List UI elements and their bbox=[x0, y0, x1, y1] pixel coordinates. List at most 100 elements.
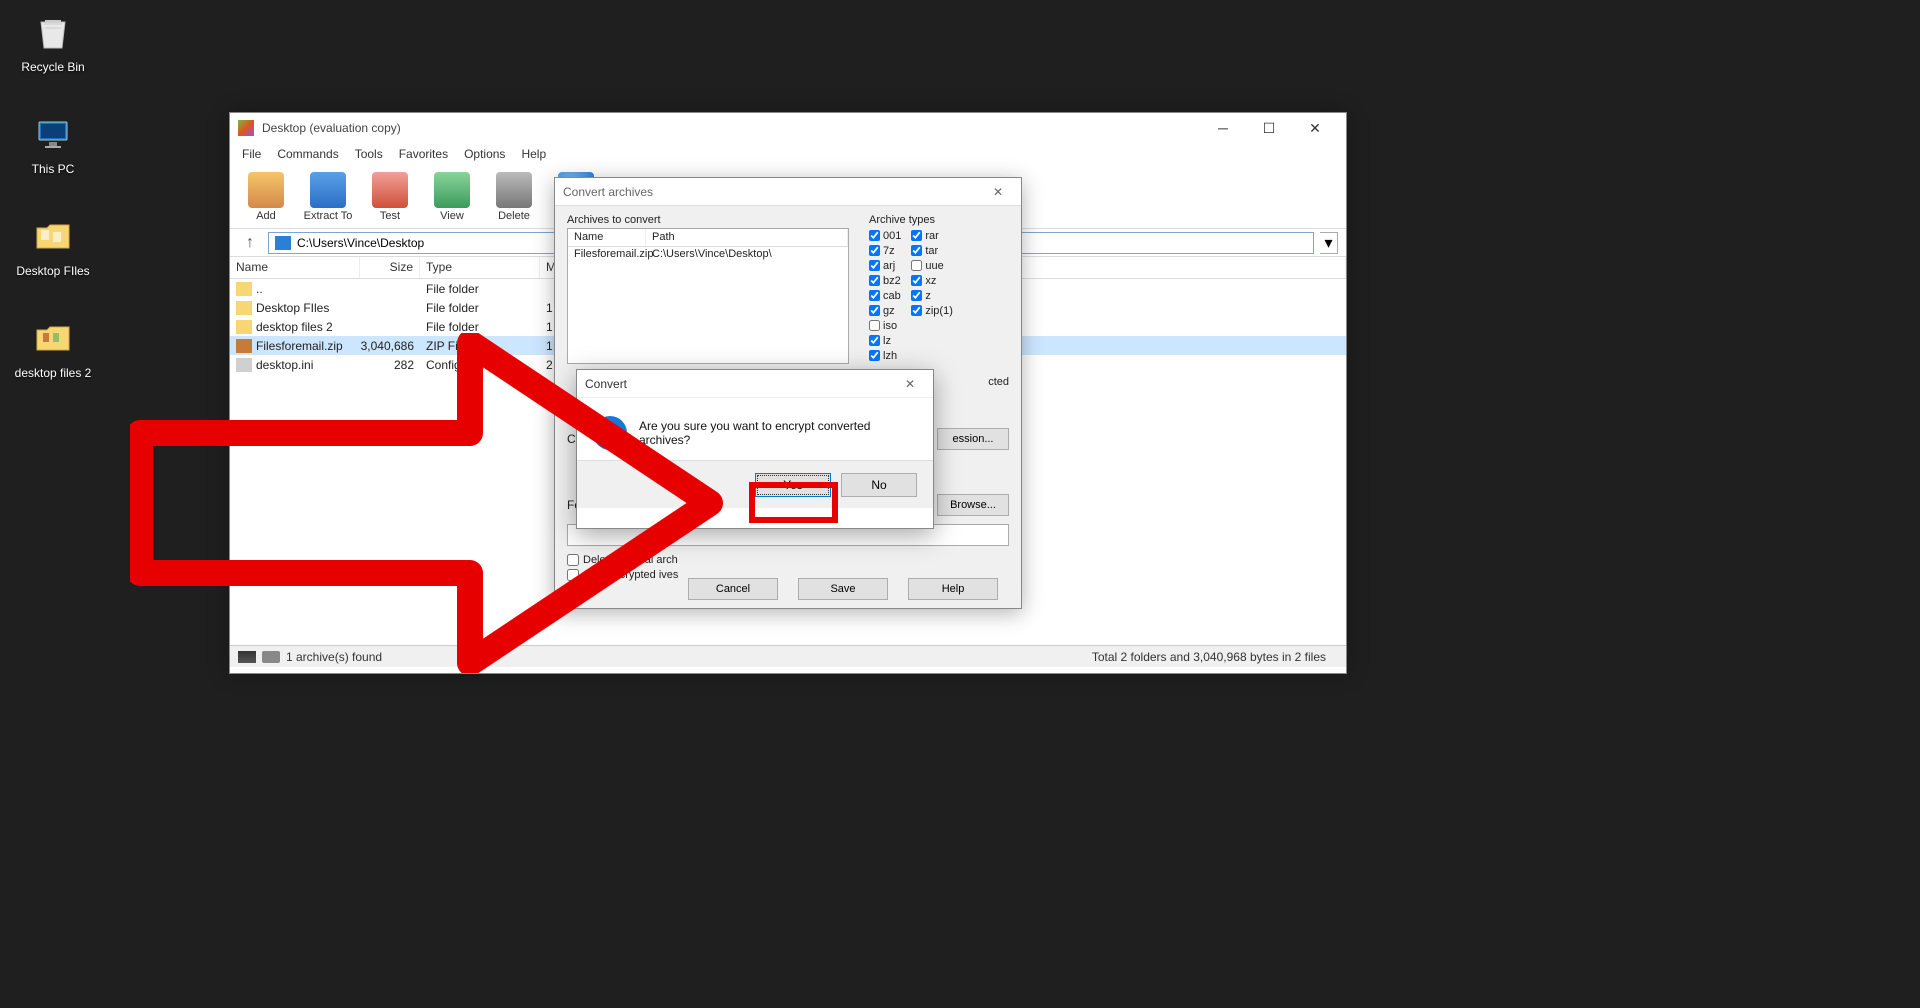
window-title: Desktop (evaluation copy) bbox=[262, 121, 401, 135]
desktop-icon-recycle-bin[interactable]: Recycle Bin bbox=[8, 8, 98, 74]
yes-button[interactable]: Yes bbox=[755, 473, 831, 497]
extract-icon bbox=[310, 172, 346, 208]
col-type[interactable]: Type bbox=[420, 257, 540, 278]
archive-type-cab[interactable]: cab bbox=[869, 288, 901, 303]
browse-button[interactable]: Browse... bbox=[937, 494, 1009, 516]
desktop-icon-label: This PC bbox=[8, 162, 98, 176]
col-size[interactable]: Size bbox=[360, 257, 420, 278]
file-icon bbox=[236, 358, 252, 372]
tool-test[interactable]: Test bbox=[362, 172, 418, 222]
menu-tools[interactable]: Tools bbox=[347, 145, 391, 163]
dialog-titlebar[interactable]: Convert archives ✕ bbox=[555, 178, 1021, 206]
folder-icon bbox=[29, 212, 77, 260]
tool-delete[interactable]: Delete bbox=[486, 172, 542, 222]
no-button[interactable]: No bbox=[841, 473, 917, 497]
status-left: 1 archive(s) found bbox=[286, 650, 382, 664]
archive-type-checkbox[interactable] bbox=[869, 230, 880, 241]
archive-type-checkbox[interactable] bbox=[911, 260, 922, 271]
archive-type-tar[interactable]: tar bbox=[911, 243, 953, 258]
address-dropdown[interactable]: ▾ bbox=[1320, 232, 1338, 254]
archive-type-gz[interactable]: gz bbox=[869, 303, 901, 318]
confirm-close-button[interactable]: ✕ bbox=[895, 371, 925, 397]
archive-type-checkbox[interactable] bbox=[869, 245, 880, 256]
tool-extract[interactable]: Extract To bbox=[300, 172, 356, 222]
desktop-icon-desktop-files-2[interactable]: desktop files 2 bbox=[8, 314, 98, 380]
desktop-icon-this-pc[interactable]: This PC bbox=[8, 110, 98, 176]
archive-type-xz[interactable]: xz bbox=[911, 273, 953, 288]
winrar-app-icon bbox=[238, 120, 254, 136]
archive-type-checkbox[interactable] bbox=[911, 245, 922, 256]
desktop-icon-label: Desktop FIles bbox=[8, 264, 98, 278]
close-button[interactable]: ✕ bbox=[1292, 113, 1338, 143]
list-col-path[interactable]: Path bbox=[646, 229, 848, 246]
archive-type-checkbox[interactable] bbox=[869, 275, 880, 286]
add-icon bbox=[248, 172, 284, 208]
disk-icon bbox=[262, 651, 280, 663]
minimize-button[interactable]: ─ bbox=[1200, 113, 1246, 143]
monitor-icon bbox=[29, 110, 77, 158]
menubar: File Commands Tools Favorites Options He… bbox=[230, 143, 1346, 165]
dialog-close-button[interactable]: ✕ bbox=[983, 179, 1013, 205]
archive-type-checkbox[interactable] bbox=[869, 290, 880, 301]
desktop-icon-label: desktop files 2 bbox=[8, 366, 98, 380]
list-col-name[interactable]: Name bbox=[568, 229, 646, 246]
delete-icon bbox=[496, 172, 532, 208]
titlebar[interactable]: Desktop (evaluation copy) ─ ☐ ✕ bbox=[230, 113, 1346, 143]
confirm-dialog: Convert ✕ ? Are you sure you want to enc… bbox=[576, 369, 934, 529]
archive-type-bz2[interactable]: bz2 bbox=[869, 273, 901, 288]
folder-icon bbox=[29, 314, 77, 362]
menu-help[interactable]: Help bbox=[513, 145, 554, 163]
archive-row[interactable]: Filesforemail.zip C:\Users\Vince\Desktop… bbox=[568, 247, 848, 261]
archive-type-checkbox[interactable] bbox=[869, 335, 880, 346]
lock-icon bbox=[238, 651, 256, 663]
archive-type-001[interactable]: 001 bbox=[869, 228, 901, 243]
test-icon bbox=[372, 172, 408, 208]
archive-type-arj[interactable]: arj bbox=[869, 258, 901, 273]
archive-type-checkbox[interactable] bbox=[911, 275, 922, 286]
archive-type-z[interactable]: z bbox=[911, 288, 953, 303]
view-icon bbox=[434, 172, 470, 208]
archive-type-lzh[interactable]: lzh bbox=[869, 348, 901, 363]
desktop-icon-desktop-files[interactable]: Desktop FIles bbox=[8, 212, 98, 278]
tool-view[interactable]: View bbox=[424, 172, 480, 222]
archive-type-iso[interactable]: iso bbox=[869, 318, 901, 333]
archive-type-7z[interactable]: 7z bbox=[869, 243, 901, 258]
drive-icon bbox=[275, 236, 291, 250]
col-name[interactable]: Name bbox=[230, 257, 360, 278]
file-icon bbox=[236, 282, 252, 296]
archives-list[interactable]: Name Path Filesforemail.zip C:\Users\Vin… bbox=[567, 228, 849, 364]
archive-type-lz[interactable]: lz bbox=[869, 333, 901, 348]
archive-type-checkbox[interactable] bbox=[911, 230, 922, 241]
maximize-button[interactable]: ☐ bbox=[1246, 113, 1292, 143]
delete-original-checkbox[interactable] bbox=[567, 554, 579, 566]
confirm-message: Are you sure you want to encrypt convert… bbox=[639, 419, 917, 447]
up-button[interactable]: ↑ bbox=[238, 232, 262, 254]
compression-button[interactable]: ession... bbox=[937, 428, 1009, 450]
file-icon bbox=[236, 320, 252, 334]
archive-type-checkbox[interactable] bbox=[869, 305, 880, 316]
archive-type-zip(1)[interactable]: zip(1) bbox=[911, 303, 953, 318]
statusbar: 1 archive(s) found Total 2 folders and 3… bbox=[230, 645, 1346, 667]
recycle-bin-icon bbox=[29, 8, 77, 56]
dialog-cancel-button[interactable]: Cancel bbox=[688, 578, 778, 600]
selected-label-partial: cted bbox=[988, 376, 1009, 388]
archive-type-checkbox[interactable] bbox=[869, 350, 880, 361]
archive-type-checkbox[interactable] bbox=[911, 305, 922, 316]
confirm-titlebar[interactable]: Convert ✕ bbox=[577, 370, 933, 398]
archive-type-checkbox[interactable] bbox=[869, 320, 880, 331]
archives-to-convert-label: Archives to convert bbox=[567, 214, 849, 226]
info-icon: ? bbox=[593, 416, 627, 450]
dialog-help-button[interactable]: Help bbox=[908, 578, 998, 600]
archive-type-checkbox[interactable] bbox=[911, 290, 922, 301]
tool-add[interactable]: Add bbox=[238, 172, 294, 222]
archive-type-rar[interactable]: rar bbox=[911, 228, 953, 243]
file-icon bbox=[236, 301, 252, 315]
menu-commands[interactable]: Commands bbox=[269, 145, 346, 163]
menu-file[interactable]: File bbox=[234, 145, 269, 163]
archive-type-checkbox[interactable] bbox=[869, 260, 880, 271]
archive-type-uue[interactable]: uue bbox=[911, 258, 953, 273]
dialog-save-button[interactable]: Save bbox=[798, 578, 888, 600]
menu-favorites[interactable]: Favorites bbox=[391, 145, 456, 163]
menu-options[interactable]: Options bbox=[456, 145, 513, 163]
status-right: Total 2 folders and 3,040,968 bytes in 2… bbox=[1092, 650, 1346, 664]
